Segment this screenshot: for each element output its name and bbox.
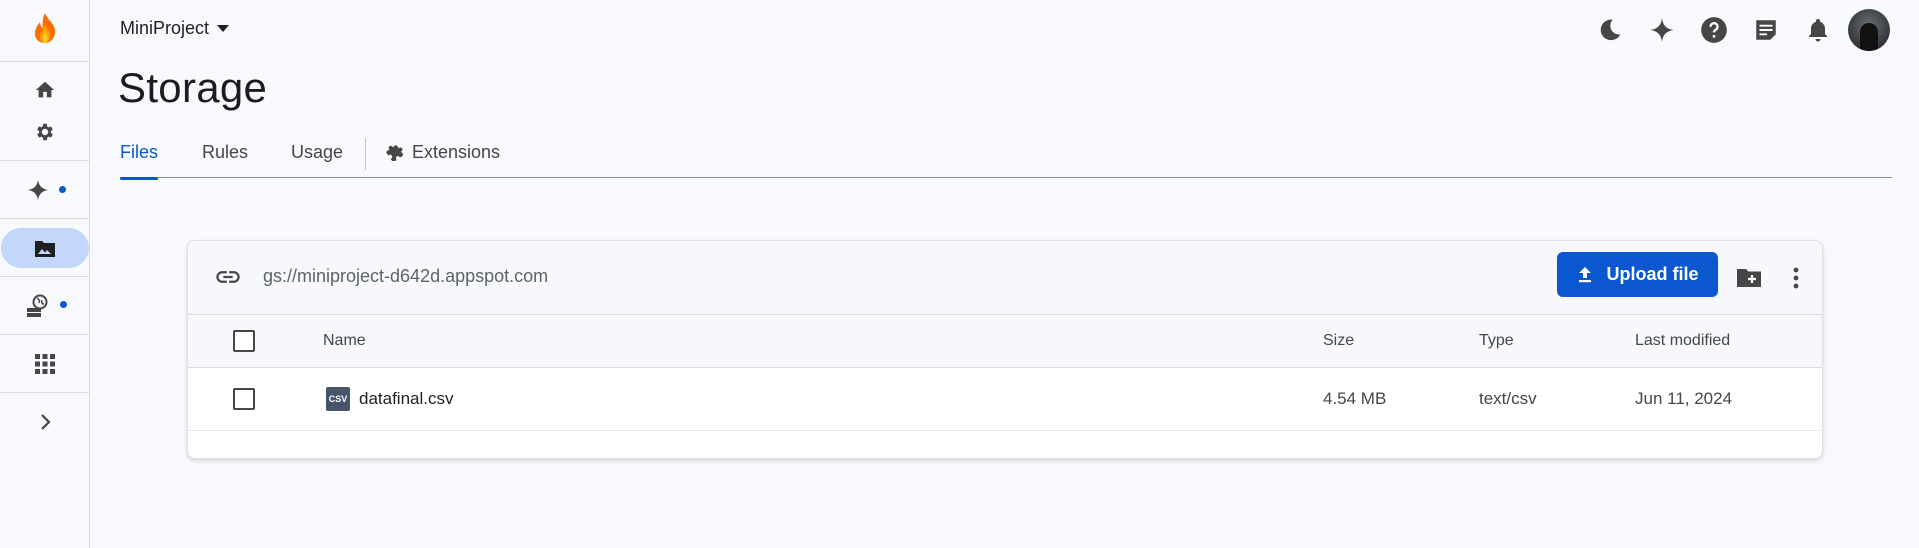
- bell-icon: [1809, 19, 1827, 42]
- sidebar-item-gemini[interactable]: [0, 170, 89, 210]
- left-rail: [0, 0, 90, 548]
- help-icon: [1701, 17, 1727, 43]
- column-header-modified[interactable]: Last modified: [1635, 315, 1730, 367]
- help-button[interactable]: [1688, 8, 1740, 52]
- tab-label: Rules: [202, 142, 249, 162]
- page-title: Storage: [118, 64, 268, 111]
- apps-grid-icon: [34, 354, 55, 374]
- firebase-logo-icon: [34, 13, 55, 43]
- card-header: gs://miniproject-d642d.appspot.com Uploa…: [188, 241, 1822, 315]
- moon-icon: [1600, 19, 1621, 41]
- column-header-size[interactable]: Size: [1323, 315, 1354, 367]
- more-vert-icon: [1793, 267, 1799, 289]
- sidebar-item-all-products[interactable]: [0, 344, 89, 384]
- copy-link-button[interactable]: [214, 263, 242, 296]
- row-checkbox[interactable]: [233, 388, 255, 410]
- sidebar-item-home[interactable]: [0, 70, 89, 110]
- release-notes-button[interactable]: [1740, 8, 1792, 52]
- select-all-cell: [233, 315, 255, 367]
- file-name-link[interactable]: datafinal.csv: [359, 389, 454, 409]
- select-all-checkbox[interactable]: [233, 330, 255, 352]
- tab-label: Extensions: [412, 142, 501, 162]
- dark-mode-button[interactable]: [1584, 8, 1636, 52]
- column-header-type[interactable]: Type: [1479, 315, 1514, 367]
- tab-extensions[interactable]: Extensions: [386, 142, 500, 176]
- more-options-button[interactable]: [1782, 261, 1810, 295]
- file-modified: Jun 11, 2024: [1635, 389, 1733, 408]
- home-icon: [35, 81, 54, 98]
- caret-down-icon: [217, 24, 230, 32]
- puzzle-icon: [386, 145, 403, 161]
- gemini-button[interactable]: [1636, 8, 1688, 52]
- tab-label: Usage: [291, 142, 344, 162]
- firebase-logo[interactable]: [0, 8, 89, 48]
- storage-icon: [34, 241, 55, 257]
- tab-usage[interactable]: Usage: [291, 142, 343, 176]
- sidebar-item-storage[interactable]: [0, 228, 89, 268]
- project-selector[interactable]: MiniProject: [120, 18, 230, 39]
- sparkle-icon: [1650, 18, 1674, 42]
- tab-divider: [365, 138, 366, 170]
- hosting-icon: [26, 294, 47, 317]
- gear-icon: [36, 123, 53, 141]
- sparkle-icon: [27, 180, 48, 200]
- tab-bar: Files Rules Usage Extensions: [120, 138, 1892, 180]
- top-actions: [1584, 8, 1919, 52]
- sidebar-item-settings[interactable]: [0, 112, 89, 152]
- file-browser-card: gs://miniproject-d642d.appspot.com Uploa…: [187, 240, 1823, 459]
- notes-icon: [1756, 20, 1776, 40]
- upload-icon: [1579, 266, 1592, 282]
- row-select-cell: [233, 368, 255, 430]
- upload-file-button[interactable]: Upload file: [1557, 252, 1718, 297]
- file-type: text/csv: [1479, 389, 1537, 408]
- new-indicator-dot: [59, 186, 66, 193]
- active-pill: [0, 228, 89, 268]
- column-header-name[interactable]: Name: [323, 315, 366, 367]
- table-row[interactable]: CSV datafinal.csv 4.54 MB text/csv Jun 1…: [188, 368, 1822, 431]
- create-folder-icon: [1737, 269, 1761, 287]
- tab-label: Files: [120, 142, 159, 162]
- link-icon: [216, 271, 240, 283]
- table-header: Name Size Type Last modified: [188, 315, 1822, 368]
- file-name-cell: CSV datafinal.csv: [326, 368, 454, 430]
- new-indicator-dot: [60, 301, 67, 308]
- upload-label: Upload file: [1606, 264, 1699, 284]
- bucket-path: gs://miniproject-d642d.appspot.com: [263, 266, 549, 286]
- tab-rules[interactable]: Rules: [202, 142, 248, 176]
- expand-rail-button[interactable]: [0, 402, 89, 442]
- project-name: MiniProject: [120, 18, 210, 38]
- avatar[interactable]: [1848, 9, 1890, 51]
- new-folder-button[interactable]: [1732, 261, 1766, 295]
- csv-file-icon: CSV: [326, 387, 350, 411]
- tab-files[interactable]: Files: [120, 142, 159, 180]
- sidebar-item-hosting[interactable]: [0, 286, 89, 326]
- chevron-right-icon: [40, 414, 51, 430]
- file-size: 4.54 MB: [1323, 389, 1387, 408]
- notifications-button[interactable]: [1792, 8, 1844, 52]
